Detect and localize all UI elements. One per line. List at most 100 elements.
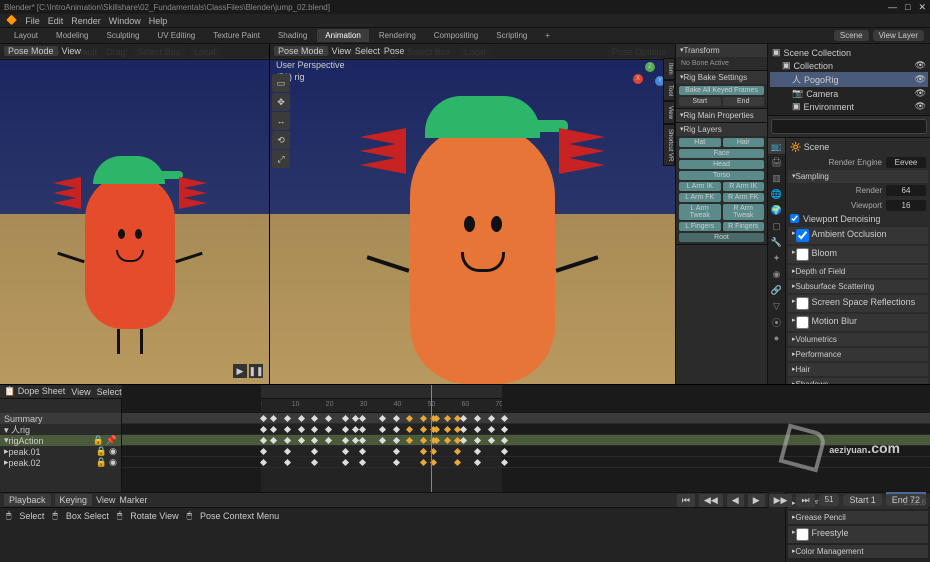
outliner-scene-collection[interactable]: ▣ Scene Collection: [770, 46, 928, 59]
tab-shading[interactable]: Shading: [270, 29, 315, 42]
outliner-environment[interactable]: ▣ Environment 👁: [770, 100, 928, 113]
nav-gizmo[interactable]: X Z Y: [633, 62, 667, 96]
ds-menu-select[interactable]: Select: [97, 387, 122, 397]
bloom-header[interactable]: Bloom: [788, 246, 928, 263]
frame-current[interactable]: 51: [819, 494, 840, 506]
bloom-check[interactable]: [796, 248, 809, 261]
proptab-scene[interactable]: 🌐: [768, 186, 785, 202]
motion-header[interactable]: Motion Blur: [788, 314, 928, 331]
vol-header[interactable]: Volumetrics: [788, 333, 928, 346]
ds-menu-view[interactable]: View: [71, 387, 90, 397]
proptab-modifier[interactable]: 🔧: [768, 234, 785, 250]
motion-check[interactable]: [796, 316, 809, 329]
layer-hair[interactable]: Hair: [723, 138, 765, 147]
engine-select[interactable]: Eevee: [886, 157, 926, 168]
layer-larmik[interactable]: L Arm IK: [679, 182, 721, 191]
tab-add[interactable]: +: [537, 29, 558, 42]
render-samples[interactable]: 64: [886, 185, 926, 196]
play-button[interactable]: ▶: [748, 494, 765, 507]
bake-all-button[interactable]: Bake All Keyed Frames: [679, 86, 764, 95]
proptab-render[interactable]: 📺: [768, 138, 785, 154]
render-pause-icon[interactable]: ❚❚: [249, 364, 263, 378]
tab-scripting[interactable]: Scripting: [488, 29, 535, 42]
freestyle-header[interactable]: Freestyle: [788, 526, 928, 543]
tool-rotate[interactable]: ⟲: [272, 131, 290, 149]
sidetab-item[interactable]: Item: [663, 58, 675, 80]
timeline-keying[interactable]: Keying: [55, 494, 93, 506]
frame-start[interactable]: Start 1: [843, 494, 881, 506]
timeline-playback[interactable]: Playback: [4, 494, 51, 506]
visibility-icon[interactable]: 👁: [915, 101, 926, 112]
timeline-marker[interactable]: Marker: [119, 495, 147, 505]
ds-action-row[interactable]: ▾ rigAction🔒📌: [0, 435, 121, 446]
tool-move[interactable]: ↔: [272, 112, 290, 130]
bake-start[interactable]: Start: [679, 97, 721, 106]
close-button[interactable]: ✕: [918, 2, 926, 13]
ssr-header[interactable]: Screen Space Reflections: [788, 295, 928, 312]
grease-header[interactable]: Grease Pencil: [788, 511, 928, 524]
viewlayer-selector[interactable]: View Layer: [873, 30, 924, 41]
pin-icon[interactable]: 📌: [106, 435, 117, 446]
outliner-camera[interactable]: 📷 Camera 👁: [770, 87, 928, 100]
minimize-button[interactable]: —: [888, 2, 897, 13]
scene-selector[interactable]: Scene: [834, 30, 869, 41]
ssr-check[interactable]: [796, 297, 809, 310]
npanel-rigmain-header[interactable]: Rig Main Properties: [676, 109, 767, 122]
visibility-icon[interactable]: 👁: [915, 88, 926, 99]
outliner-collection[interactable]: ▣ Collection 👁: [770, 59, 928, 72]
ao-header[interactable]: Ambient Occlusion: [788, 227, 928, 244]
perf-header[interactable]: Performance: [788, 348, 928, 361]
lock-icon[interactable]: 🔒: [93, 435, 104, 446]
layer-torso[interactable]: Torso: [679, 171, 764, 180]
tool-scale[interactable]: ⤢: [272, 150, 290, 168]
viewport-render[interactable]: ⊕ Orientation Default Drag: Select Box L…: [0, 44, 270, 384]
dopesheet-type[interactable]: 📋 Dope Sheet: [4, 386, 65, 397]
proptab-physics[interactable]: ◉: [768, 266, 785, 282]
tab-sculpting[interactable]: Sculpting: [99, 29, 148, 42]
tool-select[interactable]: ▭: [272, 74, 290, 92]
denoise-check[interactable]: [790, 214, 799, 223]
npanel-rigbake-header[interactable]: Rig Bake Settings: [676, 71, 767, 84]
prev-key-button[interactable]: ◀◀: [699, 494, 723, 507]
menu-help[interactable]: Help: [149, 16, 168, 26]
colormgmt-header[interactable]: Color Management: [788, 545, 928, 558]
tab-animation[interactable]: Animation: [317, 29, 369, 42]
tab-texture[interactable]: Texture Paint: [205, 29, 268, 42]
proptab-particle[interactable]: ✦: [768, 250, 785, 266]
layer-larmfk[interactable]: L Arm FK: [679, 193, 721, 202]
ao-check[interactable]: [796, 229, 809, 242]
proptab-viewlayer[interactable]: ▥: [768, 170, 785, 186]
ds-peak01-row[interactable]: ▸ peak.01🔒◉: [0, 446, 121, 457]
lock-icon[interactable]: 🔒: [96, 446, 107, 457]
layer-larmtweak[interactable]: L Arm Tweak: [679, 204, 721, 220]
bake-end[interactable]: End: [723, 97, 765, 106]
viewport-samples[interactable]: 16: [886, 200, 926, 211]
layer-root[interactable]: Root: [679, 233, 764, 242]
visibility-icon[interactable]: 👁: [915, 74, 926, 85]
tab-layout[interactable]: Layout: [6, 29, 46, 42]
jump-start-button[interactable]: ⏮: [677, 494, 695, 507]
proptab-material[interactable]: ●: [768, 330, 785, 346]
proptab-world[interactable]: 🌍: [768, 202, 785, 218]
vp2-pose-menu[interactable]: Pose: [384, 46, 405, 56]
ds-peak02-row[interactable]: ▸ peak.02🔒◉: [0, 457, 121, 468]
ds-rig-row[interactable]: ▾ 人 rig: [0, 424, 121, 435]
vp1-view-menu[interactable]: View: [62, 46, 81, 56]
sampling-header[interactable]: Sampling: [788, 170, 928, 183]
freestyle-check[interactable]: [796, 528, 809, 541]
sidetab-view[interactable]: View: [663, 101, 675, 124]
menu-file[interactable]: File: [25, 16, 40, 26]
mute-icon[interactable]: ◉: [109, 457, 117, 468]
dof-header[interactable]: Depth of Field: [788, 265, 928, 278]
mode-select-2[interactable]: Pose Mode: [274, 46, 328, 56]
viewport-3d[interactable]: ⊕ Orientation Default Drag: Select Box L…: [270, 44, 675, 384]
proptab-object[interactable]: ▢: [768, 218, 785, 234]
vp2-select-menu[interactable]: Select: [355, 46, 380, 56]
mute-icon[interactable]: ◉: [109, 446, 117, 457]
proptab-data[interactable]: ▽: [768, 298, 785, 314]
next-key-button[interactable]: ▶▶: [769, 494, 793, 507]
hair-header[interactable]: Hair: [788, 363, 928, 376]
proptab-bone[interactable]: ⦿: [768, 314, 785, 330]
render-play-icon[interactable]: ▶: [233, 364, 247, 378]
maximize-button[interactable]: □: [905, 2, 910, 13]
